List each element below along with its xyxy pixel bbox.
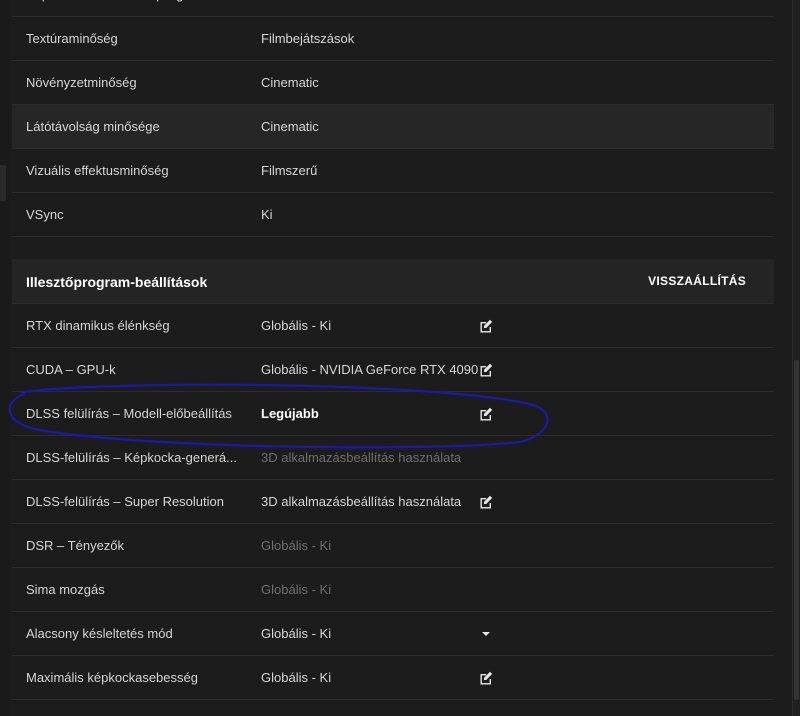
driver-row-smooth-motion: Sima mozgás Globális - Ki bbox=[12, 568, 774, 612]
setting-label: CUDA – GPU-k bbox=[26, 362, 116, 377]
setting-value: Cinematic bbox=[261, 119, 319, 134]
driver-row-dlss-model-preset[interactable]: DLSS felülírás – Modell-előbeállítás Leg… bbox=[12, 392, 774, 436]
setting-value: 3D alkalmazásbeállítás használata bbox=[261, 450, 462, 465]
setting-value: 3D alkalmazásbeállítás használata bbox=[261, 494, 462, 509]
edit-icon[interactable] bbox=[478, 362, 494, 378]
setting-label: Látótávolság minősége bbox=[26, 119, 160, 134]
setting-label: Vizuális effektusminőség bbox=[26, 163, 169, 178]
setting-label: Super Resolution Sampling bbox=[26, 0, 184, 16]
setting-value: DLSS bbox=[261, 0, 295, 16]
edit-icon[interactable] bbox=[478, 494, 494, 510]
setting-value: Globális - Ki bbox=[261, 670, 332, 685]
setting-row-vsync[interactable]: VSync Ki bbox=[12, 193, 774, 237]
driver-row-rtx-dynamic-vibrance[interactable]: RTX dinamikus élénkség Globális - Ki bbox=[12, 304, 774, 348]
setting-label: VSync bbox=[26, 207, 64, 222]
driver-row-cuda-gpus[interactable]: CUDA – GPU-k Globális - NVIDIA GeForce R… bbox=[12, 348, 774, 392]
setting-label: Maximális képkockasebesség bbox=[26, 670, 198, 685]
left-edge-tab bbox=[0, 165, 6, 201]
setting-value: Globális - Ki bbox=[261, 318, 332, 333]
setting-value: Filmbejátszások bbox=[261, 31, 355, 46]
edit-icon[interactable] bbox=[478, 670, 494, 686]
driver-row-dsr-factors: DSR – Tényezők Globális - Ki bbox=[12, 524, 774, 568]
setting-value: Globális - Ki bbox=[261, 582, 332, 597]
setting-row-super-resolution-sampling[interactable]: Super Resolution Sampling DLSS bbox=[12, 0, 774, 17]
setting-value: Cinematic bbox=[261, 75, 319, 90]
driver-row-dlss-super-resolution[interactable]: DLSS-felülírás – Super Resolution 3D alk… bbox=[12, 480, 774, 524]
setting-row-visual-effects-quality[interactable]: Vizuális effektusminőség Filmszerű bbox=[12, 149, 774, 193]
driver-row-low-latency-mode[interactable]: Alacsony késleltetés mód Globális - Ki bbox=[12, 612, 774, 656]
setting-value: Globális - Ki bbox=[261, 538, 332, 553]
setting-row-view-distance-quality[interactable]: Látótávolság minősége Cinematic bbox=[12, 105, 774, 149]
settings-panel: Super Resolution Sampling DLSS Textúrami… bbox=[12, 0, 774, 700]
setting-label: DLSS-felülírás – Super Resolution bbox=[26, 494, 224, 509]
driver-settings-header: Illesztőprogram-beállítások VISSZAÁLLÍTÁ… bbox=[12, 259, 774, 304]
setting-label: Alacsony késleltetés mód bbox=[26, 626, 173, 641]
driver-row-max-frame-rate[interactable]: Maximális képkockasebesség Globális - Ki bbox=[12, 656, 774, 700]
setting-label: DLSS-felülírás – Képkocka-generá... bbox=[26, 450, 237, 465]
scrollbar-thumb[interactable] bbox=[794, 360, 799, 700]
setting-label: Növényzetminőség bbox=[26, 75, 137, 90]
section-title: Illesztőprogram-beállítások bbox=[26, 274, 208, 290]
edit-icon[interactable] bbox=[478, 406, 494, 422]
setting-row-vegetation-quality[interactable]: Növényzetminőség Cinematic bbox=[12, 61, 774, 105]
setting-label: DLSS felülírás – Modell-előbeállítás bbox=[26, 406, 232, 421]
setting-label: Sima mozgás bbox=[26, 582, 105, 597]
left-edge bbox=[0, 0, 10, 716]
dropdown-arrow-icon[interactable] bbox=[478, 626, 494, 642]
reset-button[interactable]: VISSZAÁLLÍTÁS bbox=[648, 259, 746, 303]
driver-row-dlss-frame-generation: DLSS-felülírás – Képkocka-generá... 3D a… bbox=[12, 436, 774, 480]
setting-label: DSR – Tényezők bbox=[26, 538, 125, 553]
setting-value: Filmszerű bbox=[261, 163, 318, 178]
setting-label: Textúraminőség bbox=[26, 31, 118, 46]
setting-value: Legújabb bbox=[261, 406, 319, 421]
setting-row-texture-quality[interactable]: Textúraminőség Filmbejátszások bbox=[12, 17, 774, 61]
setting-value: Ki bbox=[261, 207, 273, 222]
setting-label: RTX dinamikus élénkség bbox=[26, 318, 170, 333]
edit-icon[interactable] bbox=[478, 318, 494, 334]
setting-value: Globális - NVIDIA GeForce RTX 4090 bbox=[261, 362, 479, 377]
setting-value: Globális - Ki bbox=[261, 626, 332, 641]
